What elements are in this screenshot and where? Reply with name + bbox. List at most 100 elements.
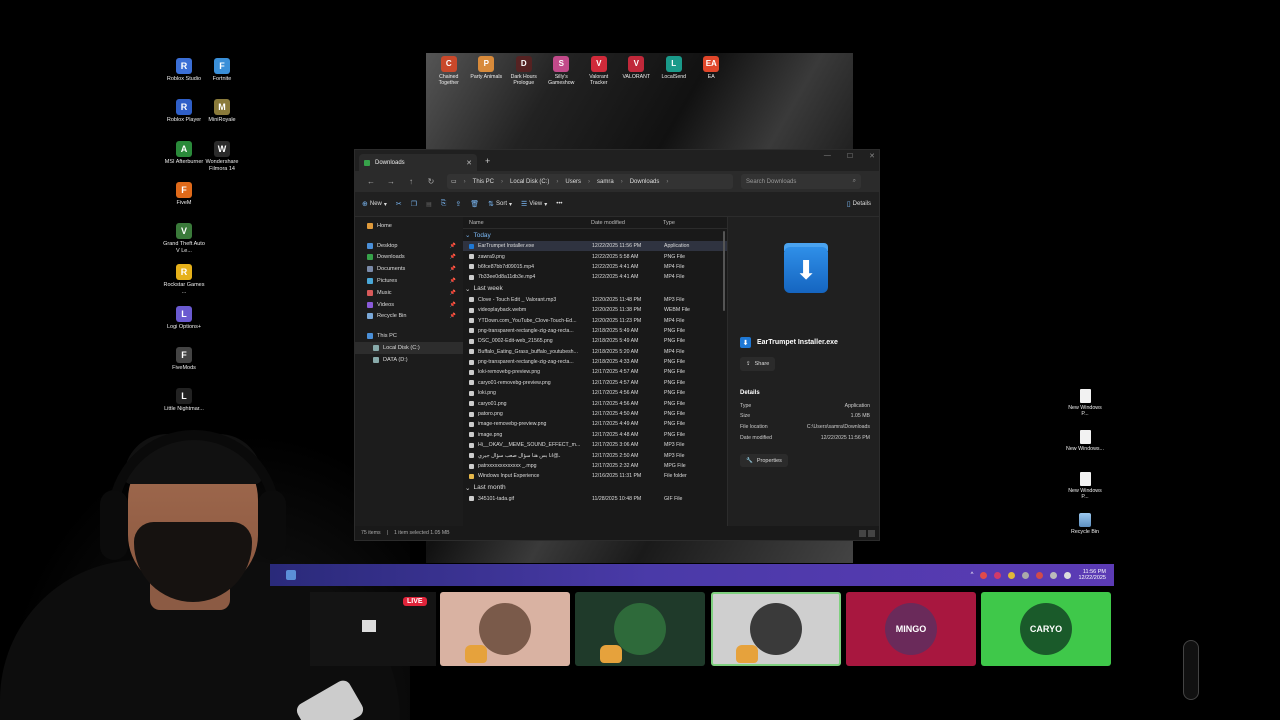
properties-button[interactable]: 🔧 Properties <box>740 454 788 467</box>
breadcrumb-this-pc[interactable]: This PC <box>473 179 494 185</box>
share-button[interactable]: ⇪ Share <box>740 357 776 371</box>
new-button[interactable]: ⊕ New ▾ <box>362 200 387 208</box>
desktop-icon[interactable]: EA EA <box>693 56 731 86</box>
delete-icon[interactable]: 🗑 <box>470 200 479 208</box>
details-view-icon[interactable] <box>859 529 866 537</box>
file-row[interactable]: Buffalo_Eating_Grass_buffalo_youtubesh..… <box>463 347 727 357</box>
file-row[interactable]: loki.png 12/17/2025 4:56 AM PNG File <box>463 388 727 398</box>
file-row[interactable]: caryo01-removebg-preview.png 12/17/2025 4… <box>463 378 727 388</box>
column-type[interactable]: Type <box>663 220 675 226</box>
file-row[interactable]: Windows Input Experience 12/16/2025 11:31… <box>463 471 727 481</box>
desktop-icon[interactable]: New Windows P... <box>1065 472 1105 500</box>
desktop-icon[interactable]: L LocalSend <box>655 56 693 86</box>
up-arrow-icon[interactable]: ↑ <box>401 177 421 186</box>
paste-icon[interactable]: ▤ <box>426 201 432 208</box>
desktop-icon[interactable]: S Silly's Gameshow <box>543 56 581 86</box>
desktop-icon[interactable]: P Party Animals <box>468 56 506 86</box>
file-row[interactable]: videoplayback.webm 12/20/2025 11:38 PM WEB… <box>463 305 727 315</box>
desktop-icon[interactable]: F FiveMods <box>162 347 206 372</box>
new-tab-button[interactable]: + <box>485 156 490 166</box>
group-header[interactable]: ⌄ Last month <box>463 482 727 494</box>
file-explorer-taskbar-icon[interactable] <box>286 570 296 580</box>
maximize-button[interactable]: ☐ <box>847 152 853 160</box>
sidebar-item-music[interactable]: Music 📌 <box>355 287 463 299</box>
tray-app-icon[interactable] <box>994 571 1002 579</box>
sidebar-item-this-pc[interactable]: This PC <box>355 330 463 342</box>
file-row[interactable]: DSC_0002-Edit-web_21565.png 12/18/2025 5:… <box>463 336 727 346</box>
view-button[interactable]: ☰ View ▾ <box>521 200 547 208</box>
column-name[interactable]: Name <box>463 220 591 226</box>
volume-icon[interactable] <box>1064 571 1072 579</box>
desktop-icon[interactable]: V Valorant Tracker <box>580 56 618 86</box>
chevron-up-icon[interactable]: ^ <box>971 572 974 578</box>
more-options-button[interactable]: ••• <box>556 201 562 207</box>
breadcrumb-users[interactable]: Users <box>565 179 581 185</box>
details-pane-button[interactable]: ▯ Details <box>847 200 871 208</box>
file-row[interactable]: png-transparent-rectangle-zig-zag-recta.… <box>463 357 727 367</box>
sidebar-item-desktop[interactable]: Desktop 📌 <box>355 240 463 252</box>
desktop-icon[interactable]: L Little Nightmar... <box>162 388 206 413</box>
file-row[interactable]: EarTrumpet Installer.exe 12/22/2025 11:56… <box>463 241 727 252</box>
tray-app-icon[interactable] <box>1022 571 1030 579</box>
search-input[interactable]: Search Downloads ⌕ <box>741 174 861 189</box>
breadcrumb-downloads[interactable]: Downloads <box>630 179 660 185</box>
tray-app-icon[interactable] <box>1008 571 1016 579</box>
sidebar-item-recycle-bin[interactable]: Recycle Bin 📌 <box>355 311 463 323</box>
file-row[interactable]: png-transparent-rectangle-zig-zag-recta.… <box>463 326 727 336</box>
copy-icon[interactable]: ❐ <box>411 200 417 208</box>
tab-downloads[interactable]: Downloads ✕ <box>359 154 477 171</box>
scrollbar[interactable] <box>723 231 725 311</box>
desktop-icon[interactable]: V VALORANT <box>618 56 656 86</box>
file-row[interactable]: image-removebg-preview.png 12/17/2025 4:4… <box>463 419 727 429</box>
forward-arrow-icon[interactable]: → <box>381 177 401 186</box>
file-row[interactable]: YTDown.com_YouTube_Clove-Touch-Ed... 12/2… <box>463 315 727 325</box>
minimize-button[interactable]: — <box>824 152 831 160</box>
cut-icon[interactable]: ✂ <box>396 200 402 208</box>
file-row[interactable]: Hi__OKAV__MEME_SOUND_EFFECT_m... 12/17/20… <box>463 440 727 450</box>
file-row[interactable]: Clove - Touch Edit _ Valorant.mp3 12/20/2… <box>463 295 727 305</box>
sidebar-item-data-drive[interactable]: DATA (D:) <box>355 354 463 366</box>
breadcrumb-local-disk[interactable]: Local Disk (C:) <box>510 179 549 185</box>
group-header[interactable]: ⌄ Last week <box>463 283 727 295</box>
back-arrow-icon[interactable]: ← <box>361 177 381 186</box>
desktop-icon[interactable]: New Windows P... <box>1065 389 1105 417</box>
sidebar-item-videos[interactable]: Videos 📌 <box>355 299 463 311</box>
microphone-icon[interactable] <box>1036 571 1044 579</box>
clock[interactable]: 11:56 PM 12/22/2025 <box>1078 569 1106 582</box>
sidebar-item-documents[interactable]: Documents 📌 <box>355 263 463 275</box>
file-row[interactable]: patrxxxxxxxxxxxxx _.mpg 12/17/2025 2:32 A… <box>463 461 727 471</box>
desktop-icon[interactable]: F Fortnite <box>200 58 244 83</box>
sidebar-item-downloads[interactable]: Downloads 📌 <box>355 252 463 264</box>
desktop-icon[interactable]: F FiveM <box>162 182 206 207</box>
sidebar-item-local-disk[interactable]: Local Disk (C:) <box>355 342 463 354</box>
file-row[interactable]: b6fce87bb7d09015.mp4 12/22/2025 4:41 AM MP… <box>463 262 727 272</box>
file-row[interactable]: 7b33ee0d8a11db3e.mp4 12/22/2025 4:41 AM MP… <box>463 272 727 282</box>
close-tab-icon[interactable]: ✕ <box>466 159 472 167</box>
file-row[interactable]: loki-removebg-preview.png 12/17/2025 4:57… <box>463 367 727 377</box>
group-header[interactable]: ⌄ Today <box>463 229 727 241</box>
column-date-modified[interactable]: Date modified <box>591 220 663 226</box>
desktop-icon[interactable]: M MiniRoyale <box>200 99 244 124</box>
desktop-icon[interactable]: V Grand Theft Auto V Le... <box>162 223 206 254</box>
desktop-icon[interactable]: C Chained Together <box>430 56 468 86</box>
sidebar-item-pictures[interactable]: Pictures 📌 <box>355 275 463 287</box>
desktop-icon[interactable]: L Logi Options+ <box>162 306 206 331</box>
tiles-view-icon[interactable] <box>868 529 875 537</box>
network-icon[interactable] <box>1050 571 1058 579</box>
file-row[interactable]: 345101-tada.gif 11/28/2025 10:48 PM GIF Fi… <box>463 494 727 504</box>
desktop-icon[interactable]: R Rockstar Games ... <box>162 264 206 295</box>
address-bar[interactable]: ▭ › This PC › Local Disk (C:) › Users › … <box>447 174 733 189</box>
desktop-icon[interactable]: New Windows... <box>1065 430 1105 452</box>
tray-app-icon[interactable] <box>980 571 988 579</box>
file-row[interactable]: ـ@انا بس هنا سؤال صعب سؤال جيري 12/17/202… <box>463 450 727 460</box>
refresh-icon[interactable]: ↻ <box>421 177 441 186</box>
desktop-icon[interactable]: Recycle Bin <box>1065 513 1105 535</box>
file-row[interactable]: image.png 12/17/2025 4:48 AM PNG File <box>463 430 727 440</box>
close-button[interactable]: ✕ <box>869 152 875 160</box>
desktop-icon[interactable]: D Dark Hours Prologue <box>505 56 543 86</box>
file-row[interactable]: patoro.png 12/17/2025 4:50 AM PNG File <box>463 409 727 419</box>
breadcrumb-samra[interactable]: samra <box>597 179 614 185</box>
sidebar-item-home[interactable]: Home <box>355 220 463 232</box>
rename-icon[interactable]: ⎘ <box>441 200 447 208</box>
share-icon[interactable]: ⇪ <box>455 200 461 208</box>
